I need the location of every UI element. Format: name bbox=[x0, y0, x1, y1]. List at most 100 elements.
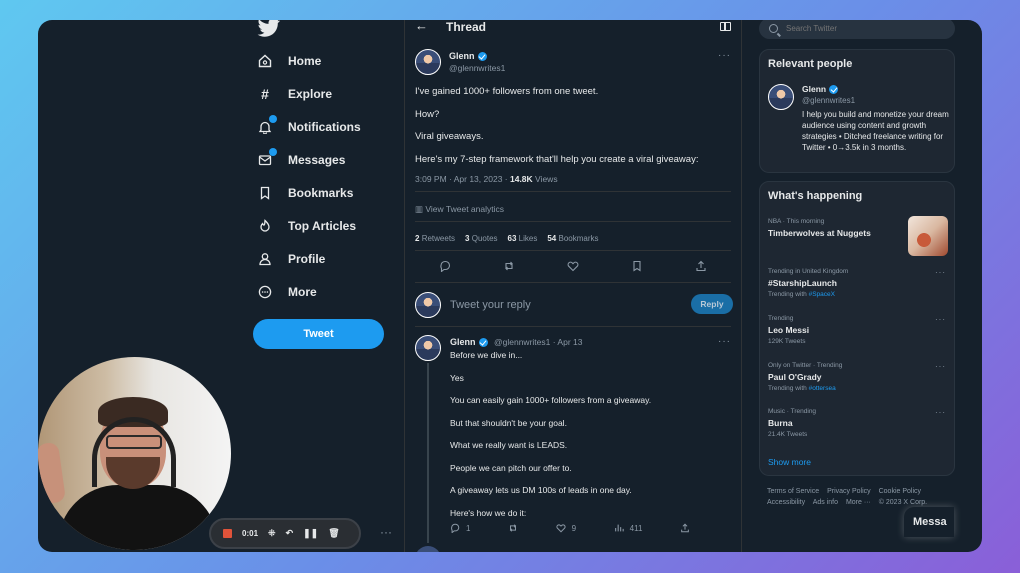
stop-recording-button[interactable] bbox=[223, 529, 232, 538]
nav-label: Messages bbox=[288, 153, 346, 167]
reply-action[interactable]: 1 bbox=[450, 523, 470, 533]
reply-input[interactable]: Tweet your reply bbox=[450, 299, 531, 311]
quotes-stat[interactable]: 3 Quotes bbox=[465, 234, 497, 243]
reply-line: People we can pitch our offer to. bbox=[450, 463, 572, 473]
trend-link[interactable]: #ottersea bbox=[809, 385, 836, 392]
reply-actions: 1 9 411 bbox=[450, 523, 690, 533]
view-analytics-link[interactable]: ▥ View Tweet analytics bbox=[415, 204, 504, 215]
avatar[interactable] bbox=[415, 292, 441, 318]
author-name[interactable]: Glenn bbox=[449, 51, 487, 61]
reply-icon[interactable] bbox=[439, 260, 451, 274]
divider bbox=[415, 221, 731, 222]
messages-drawer[interactable]: Messa bbox=[904, 507, 954, 537]
tweet-timestamp[interactable]: 3:09 PM · Apr 13, 2023 · bbox=[415, 174, 508, 184]
nav-more[interactable]: More bbox=[256, 279, 317, 305]
views-count: 14.8K bbox=[509, 174, 533, 184]
trend-context: Trending in United Kingdom bbox=[768, 268, 849, 275]
tweet-menu-dots[interactable]: ··· bbox=[718, 50, 731, 61]
share-action[interactable] bbox=[680, 523, 690, 533]
reply-line: A giveaway lets us DM 100s of leads in o… bbox=[450, 485, 632, 495]
person-bio: I help you build and monetize your dream… bbox=[802, 110, 949, 152]
trend-menu-dots[interactable]: ··· bbox=[935, 315, 946, 324]
nav-home[interactable]: Home bbox=[256, 48, 321, 74]
retweets-label: Retweets bbox=[421, 234, 456, 243]
nav-top-articles[interactable]: Top Articles bbox=[256, 213, 356, 239]
avatar[interactable] bbox=[768, 84, 794, 110]
divider bbox=[415, 282, 731, 283]
footer-link[interactable]: Terms of Service bbox=[767, 488, 819, 495]
analytics-icon: ▥ bbox=[415, 204, 424, 214]
trend-menu-dots[interactable]: ··· bbox=[935, 268, 946, 277]
notification-badge bbox=[269, 115, 277, 123]
twitter-bird-icon[interactable] bbox=[256, 20, 282, 38]
footer-link[interactable]: Privacy Policy bbox=[827, 488, 871, 495]
views-action[interactable]: 411 bbox=[614, 523, 643, 533]
more-circle-icon bbox=[256, 283, 274, 301]
tweet-line: How? bbox=[415, 109, 440, 120]
nav-profile[interactable]: Profile bbox=[256, 246, 325, 272]
retweet-icon[interactable] bbox=[503, 260, 515, 274]
tweet-menu-dots[interactable]: ··· bbox=[718, 336, 731, 347]
trend-item[interactable]: Only on Twitter · Trending Paul O'Grady … bbox=[768, 362, 948, 392]
likes-stat[interactable]: 63 Likes bbox=[508, 234, 538, 243]
footer-link[interactable]: Cookie Policy bbox=[879, 488, 921, 495]
trend-menu-dots[interactable]: ··· bbox=[935, 362, 946, 371]
search-input[interactable] bbox=[786, 24, 936, 33]
grid-icon[interactable]: ⁜ bbox=[268, 528, 276, 539]
reply-line: Yes bbox=[450, 373, 464, 383]
trend-title: Leo Messi bbox=[768, 325, 810, 335]
avatar[interactable] bbox=[415, 49, 441, 75]
trash-icon[interactable]: 🗑 bbox=[328, 528, 339, 539]
thread-connector bbox=[427, 363, 429, 543]
footer-link[interactable]: More ··· bbox=[846, 499, 871, 506]
nav-notifications[interactable]: Notifications bbox=[256, 114, 361, 140]
footer-link[interactable]: Ads info bbox=[813, 499, 838, 506]
card-title: Relevant people bbox=[768, 58, 853, 70]
bookmarks-stat[interactable]: 54 Bookmarks bbox=[547, 234, 598, 243]
retweets-stat[interactable]: 2 Retweets bbox=[415, 234, 455, 243]
show-more-link[interactable]: Show more bbox=[768, 457, 811, 467]
search-box[interactable] bbox=[759, 20, 955, 39]
likes-label: Likes bbox=[518, 234, 538, 243]
views-count: 411 bbox=[629, 523, 643, 533]
pause-icon[interactable]: ❚❚ bbox=[303, 528, 318, 539]
quotes-count: 3 bbox=[465, 234, 470, 243]
message-badge bbox=[269, 148, 277, 156]
account-menu-dots[interactable]: ··· bbox=[380, 525, 392, 539]
nav-explore[interactable]: # Explore bbox=[256, 81, 332, 107]
avatar[interactable] bbox=[415, 335, 441, 361]
thread-header: ← Thread bbox=[405, 20, 741, 36]
reply-button[interactable]: Reply bbox=[691, 294, 733, 314]
reply-line: But that shouldn't be your goal. bbox=[450, 418, 567, 428]
reply-author-name[interactable]: Glenn bbox=[450, 337, 488, 347]
trend-item[interactable]: Trending in United Kingdom #StarshipLaun… bbox=[768, 268, 948, 298]
trend-thumbnail[interactable] bbox=[908, 216, 948, 256]
trend-item[interactable]: Trending Leo Messi 129K Tweets bbox=[768, 315, 948, 345]
like-action[interactable]: 9 bbox=[556, 523, 576, 533]
back-arrow-icon[interactable]: ← bbox=[415, 20, 428, 33]
trend-title: Burna bbox=[768, 418, 793, 428]
reply-handle-date[interactable]: @glennwrites1 · Apr 13 bbox=[494, 337, 582, 347]
reply-line: You can easily gain 1000+ followers from… bbox=[450, 395, 652, 405]
footer-link[interactable]: Accessibility bbox=[767, 499, 805, 506]
trend-item[interactable]: Music · Trending Burna 21.4K Tweets bbox=[768, 408, 948, 438]
trend-sub: Trending with bbox=[768, 385, 807, 392]
like-icon[interactable] bbox=[567, 260, 579, 274]
trend-link[interactable]: #SpaceX bbox=[809, 291, 835, 298]
undo-icon[interactable]: ↶ bbox=[286, 528, 294, 539]
avatar[interactable] bbox=[415, 546, 441, 552]
person-handle[interactable]: @glennwrites1 bbox=[802, 96, 855, 105]
reader-mode-icon[interactable] bbox=[720, 22, 731, 31]
share-icon[interactable] bbox=[695, 260, 707, 274]
nav-label: Bookmarks bbox=[288, 186, 354, 200]
nav-messages[interactable]: Messages bbox=[256, 147, 345, 173]
like-icon bbox=[556, 524, 566, 533]
tweet-button[interactable]: Tweet bbox=[253, 319, 384, 349]
author-handle[interactable]: @glennwrites1 bbox=[449, 63, 505, 73]
person-name[interactable]: Glenn bbox=[802, 84, 839, 94]
bookmark-icon[interactable] bbox=[631, 260, 643, 274]
reply-line: Here's how we do it: bbox=[450, 508, 527, 518]
nav-bookmarks[interactable]: Bookmarks bbox=[256, 180, 353, 206]
retweet-action[interactable] bbox=[508, 523, 518, 533]
trend-menu-dots[interactable]: ··· bbox=[935, 408, 946, 417]
